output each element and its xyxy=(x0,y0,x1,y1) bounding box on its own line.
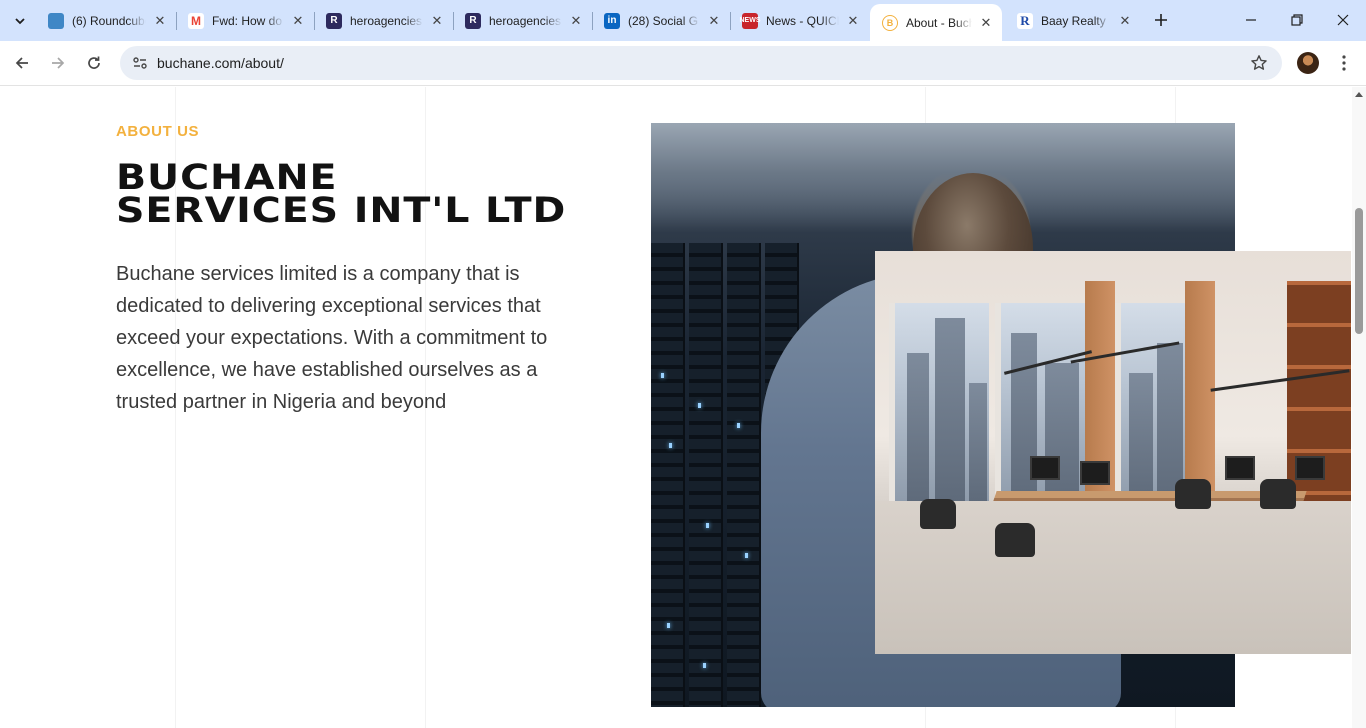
office-photo xyxy=(875,251,1351,654)
restore-button[interactable] xyxy=(1274,0,1320,40)
tab-title: Fwd: How do xyxy=(212,13,283,28)
close-icon[interactable]: ✕ xyxy=(429,13,445,29)
heroagencies-icon: R xyxy=(465,12,481,29)
about-description: Buchane services limited is a company th… xyxy=(116,263,548,413)
server-led xyxy=(661,373,664,378)
new-tab-button[interactable] xyxy=(1149,8,1173,32)
tab-title: (28) Social G xyxy=(628,13,699,28)
office-window xyxy=(889,303,989,503)
server-led xyxy=(745,553,748,558)
tab-search-button[interactable] xyxy=(6,7,34,35)
desk-monitor xyxy=(1030,456,1060,480)
office-chair xyxy=(1175,479,1211,509)
gmail-icon: M xyxy=(188,12,204,29)
browser-tab-active[interactable]: B About - Buchane ✕ xyxy=(870,4,1002,41)
server-led xyxy=(706,523,709,528)
skyline-tower xyxy=(907,353,929,503)
browser-tab[interactable]: M Fwd: How do ✕ xyxy=(176,5,314,36)
browser-tab[interactable]: R Baay Realty ✕ xyxy=(1005,5,1141,36)
skyline-tower xyxy=(969,383,987,503)
arrow-right-icon xyxy=(52,57,65,69)
office-chair xyxy=(1260,479,1296,509)
close-icon[interactable]: ✕ xyxy=(290,13,306,29)
heroagencies-icon: R xyxy=(326,12,342,29)
tab-strip: (6) Roundcube ✕ M Fwd: How do ✕ R heroag… xyxy=(0,0,1366,41)
roundcube-icon xyxy=(48,12,64,29)
skyline-tower xyxy=(1129,373,1153,503)
server-led xyxy=(737,423,740,428)
server-rack xyxy=(651,243,685,707)
desk-monitor xyxy=(1225,456,1255,480)
scroll-up-button[interactable] xyxy=(1354,89,1364,99)
close-icon[interactable]: ✕ xyxy=(845,13,861,29)
restore-icon xyxy=(1291,14,1303,26)
browser-tab[interactable]: (6) Roundcube ✕ xyxy=(36,5,176,36)
skyline-tower xyxy=(935,318,965,503)
page-title: BUCHANE SERVICES INT'L LTD xyxy=(116,161,647,231)
browser-tab[interactable]: R heroagencies ✕ xyxy=(453,5,592,36)
close-icon[interactable]: ✕ xyxy=(1117,13,1133,29)
arrow-left-icon xyxy=(15,57,28,69)
skyline-tower xyxy=(1045,363,1079,503)
buchane-icon: B xyxy=(882,14,898,31)
browser-toolbar: buchane.com/about/ xyxy=(0,41,1366,86)
bookmark-star-icon[interactable] xyxy=(1248,52,1270,74)
chevron-down-icon xyxy=(15,18,25,25)
menu-button[interactable] xyxy=(1332,50,1356,76)
tab-title: heroagencies xyxy=(350,13,423,28)
server-rack xyxy=(689,243,723,707)
news-icon: NEWS xyxy=(740,12,761,29)
browser-tab[interactable]: in (28) Social G ✕ xyxy=(592,5,730,36)
server-led xyxy=(669,443,672,448)
page-title-line-2: SERVICES INT'L LTD xyxy=(116,191,567,231)
close-icon xyxy=(1337,14,1349,26)
desk-monitor xyxy=(1295,456,1325,480)
server-led xyxy=(667,623,670,628)
close-icon[interactable]: ✕ xyxy=(978,15,994,31)
server-led xyxy=(698,403,701,408)
desk-monitor xyxy=(1080,461,1110,485)
office-chair xyxy=(995,523,1035,557)
profile-avatar[interactable] xyxy=(1297,52,1319,74)
baay-realty-icon: R xyxy=(1017,12,1033,29)
tab-title: heroagencies xyxy=(489,13,562,28)
tab-title: News - QUICK xyxy=(766,13,839,28)
plus-icon xyxy=(1155,14,1167,26)
tab-title: (6) Roundcube xyxy=(72,13,146,28)
tab-title: Baay Realty xyxy=(1041,13,1106,28)
page-scrollbar[interactable] xyxy=(1352,87,1366,728)
tab-title: About - Buchane xyxy=(906,15,972,30)
scroll-thumb[interactable] xyxy=(1355,208,1363,334)
minimize-icon xyxy=(1246,19,1256,21)
minimize-button[interactable] xyxy=(1228,0,1274,40)
server-rack xyxy=(727,243,761,707)
back-button[interactable] xyxy=(6,47,38,79)
browser-tab[interactable]: R heroagencies ✕ xyxy=(314,5,453,36)
close-icon[interactable]: ✕ xyxy=(706,13,722,29)
more-vert-icon xyxy=(1342,55,1346,71)
office-window xyxy=(1115,303,1185,503)
page-viewport: ABOUT US BUCHANE SERVICES INT'L LTD Buch… xyxy=(0,87,1352,728)
wood-pillar xyxy=(1185,281,1215,511)
triangle-up-icon xyxy=(1355,92,1363,97)
close-window-button[interactable] xyxy=(1320,0,1366,40)
forward-button[interactable] xyxy=(42,47,74,79)
close-icon[interactable]: ✕ xyxy=(568,13,584,29)
close-icon[interactable]: ✕ xyxy=(152,13,168,29)
server-led xyxy=(703,663,706,668)
section-eyebrow: ABOUT US xyxy=(116,123,200,140)
url-text: buchane.com/about/ xyxy=(157,55,284,71)
linkedin-icon: in xyxy=(604,12,620,29)
address-bar[interactable]: buchane.com/about/ xyxy=(120,46,1282,80)
reload-button[interactable] xyxy=(78,47,110,79)
reload-icon xyxy=(88,56,100,69)
site-info-icon[interactable] xyxy=(128,51,152,75)
browser-tab[interactable]: NEWS News - QUICK ✕ xyxy=(730,5,869,36)
office-chair xyxy=(920,499,956,529)
